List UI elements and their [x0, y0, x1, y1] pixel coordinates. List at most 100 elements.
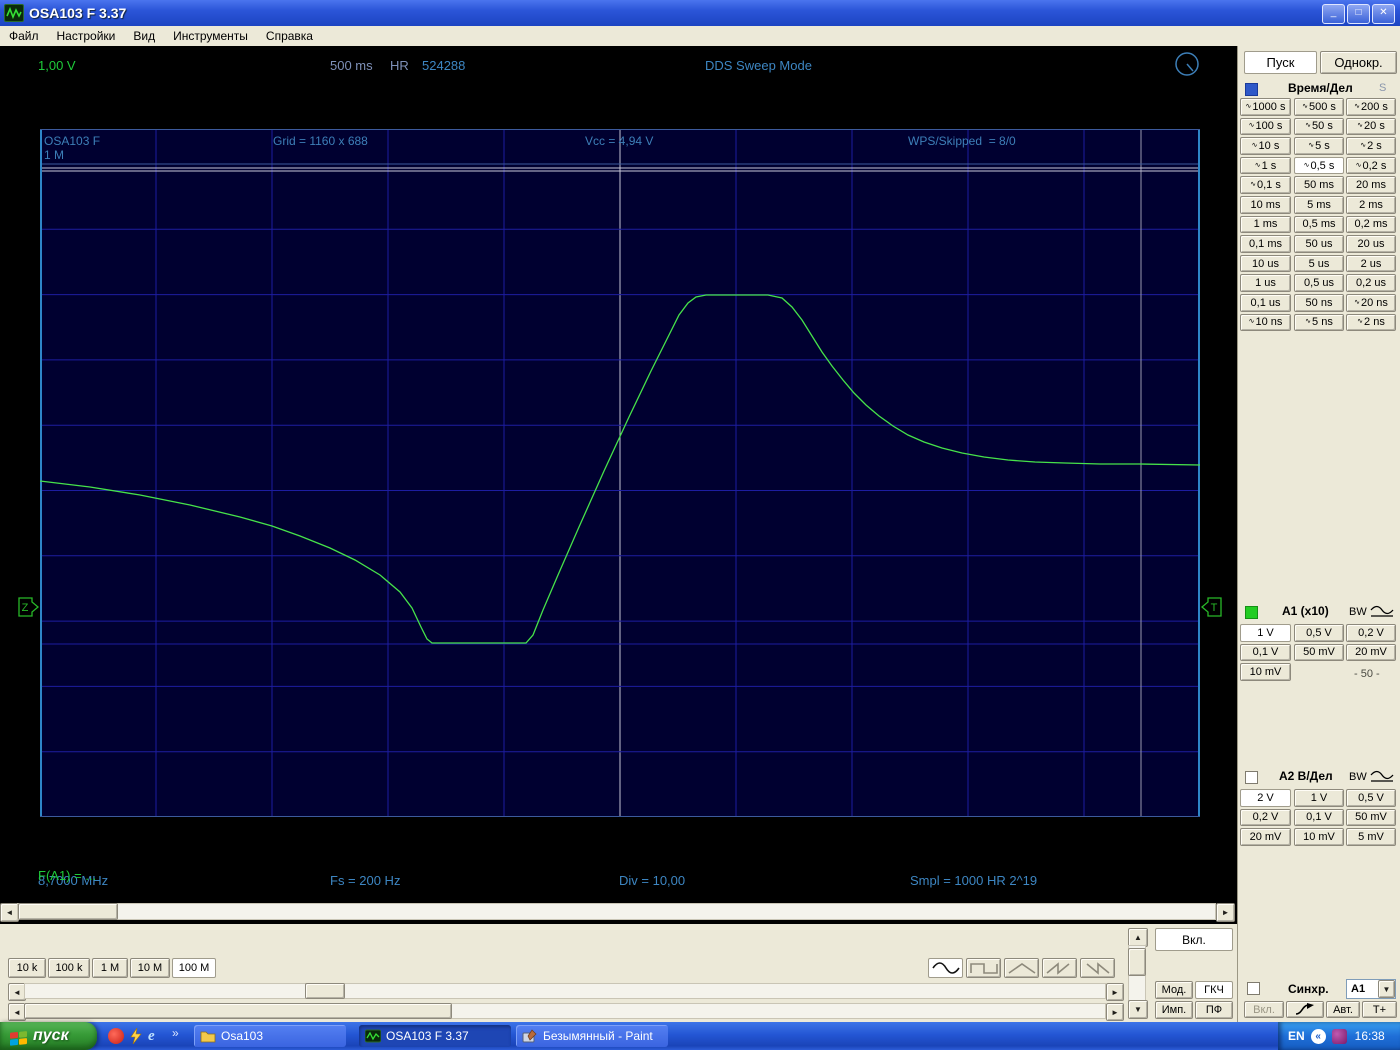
trigger-level-marker[interactable]: T	[1200, 595, 1222, 619]
time-div-20_ns[interactable]: ∿ 20 ns	[1346, 294, 1396, 312]
generator-on-button[interactable]: Вкл.	[1155, 928, 1233, 951]
menu-item-4[interactable]: Справка	[257, 27, 322, 45]
task-button-3[interactable]: Безымянный - Paint	[516, 1025, 668, 1047]
time-div-0_2_ms[interactable]: 0,2 ms	[1346, 215, 1396, 234]
hscroll-thumb[interactable]	[18, 903, 118, 920]
time-div-checkbox[interactable]	[1245, 83, 1258, 96]
clock[interactable]: 16:38	[1355, 1029, 1385, 1043]
a1-bw-limit-icon[interactable]	[1369, 603, 1395, 619]
band-button-100M[interactable]: 100 M	[172, 958, 216, 978]
sync-checkbox[interactable]	[1247, 982, 1260, 995]
start-button[interactable]: пуск	[0, 1022, 97, 1050]
waveform-button-ramp-down[interactable]	[1080, 958, 1115, 978]
imp-button[interactable]: Имп.	[1155, 1001, 1193, 1019]
time-div-50_s[interactable]: ∿ 50 s	[1294, 117, 1344, 136]
time-div-2_ms[interactable]: 2 ms	[1346, 196, 1396, 214]
time-div-0_2_us[interactable]: 0,2 us	[1346, 274, 1396, 292]
time-div-50_us[interactable]: 50 us	[1294, 235, 1344, 253]
minimize-button[interactable]: _	[1322, 4, 1345, 24]
a1-vdiv-50_mV[interactable]: 50 mV	[1294, 643, 1344, 662]
single-button[interactable]: Однокр.	[1320, 51, 1397, 74]
band-button-100k[interactable]: 100 k	[48, 958, 90, 978]
a2-vdiv-0_2_V[interactable]: 0,2 V	[1240, 808, 1291, 827]
a1-vdiv-0_1_V[interactable]: 0,1 V	[1240, 643, 1291, 662]
time-div-0_5_ms[interactable]: 0,5 ms	[1294, 215, 1344, 234]
menu-item-1[interactable]: Настройки	[48, 27, 125, 45]
time-div-1000_s[interactable]: ∿ 1000 s	[1240, 98, 1291, 116]
hide-icons-chevron[interactable]: «	[1310, 1028, 1326, 1044]
time-div-0_1_ms[interactable]: 0,1 ms	[1240, 235, 1291, 253]
task-button-1[interactable]: Osa103	[194, 1025, 346, 1047]
sync-auto-button[interactable]: Авт.	[1326, 1001, 1360, 1018]
a2-vdiv-0_1_V[interactable]: 0,1 V	[1294, 808, 1344, 827]
mod-button[interactable]: Мод.	[1155, 981, 1193, 999]
time-div-5_ms[interactable]: 5 ms	[1294, 196, 1344, 214]
hscroll-track[interactable]	[17, 903, 1216, 920]
time-div-50_ns[interactable]: 50 ns	[1294, 294, 1344, 312]
time-div-2_s[interactable]: ∿ 2 s	[1346, 137, 1396, 155]
quicklaunch-overflow-chevron[interactable]: »	[172, 1026, 188, 1042]
quicklaunch-ie-icon[interactable]: e	[148, 1028, 164, 1044]
time-div-50_ms[interactable]: 50 ms	[1294, 176, 1344, 194]
sync-t-button[interactable]: Т+	[1362, 1001, 1397, 1018]
time-div-0_1_us[interactable]: 0,1 us	[1240, 294, 1291, 312]
time-div-10_ms[interactable]: 10 ms	[1240, 196, 1291, 214]
a2-vdiv-10_mV[interactable]: 10 mV	[1294, 828, 1344, 846]
sync-source-dropdown-arrow[interactable]: ▼	[1378, 980, 1395, 998]
a2-bw-limit-icon[interactable]	[1369, 768, 1395, 784]
time-div-0_5_us[interactable]: 0,5 us	[1294, 274, 1344, 292]
waveform-button-ramp-up[interactable]	[1042, 958, 1077, 978]
pf-button[interactable]: ПФ	[1195, 1001, 1233, 1019]
time-div-2_ns[interactable]: ∿ 2 ns	[1346, 313, 1396, 332]
time-div-100_s[interactable]: ∿ 100 s	[1240, 117, 1291, 136]
plot-area[interactable]: OSA103 F 1 M Grid = 1160 x 688 Vcc = 4,9…	[40, 129, 1200, 817]
sync-source-dropdown[interactable]: A1 ▼	[1346, 979, 1396, 999]
a1-vdiv-10_mV[interactable]: 10 mV	[1240, 663, 1291, 681]
task-button-2[interactable]: OSA103 F 3.37	[359, 1025, 511, 1047]
time-div-0_5_s[interactable]: ∿ 0,5 s	[1294, 156, 1344, 175]
a1-vdiv-0_2_V[interactable]: 0,2 V	[1346, 624, 1396, 642]
time-div-20_ms[interactable]: 20 ms	[1346, 176, 1396, 194]
a2-vdiv-5_mV[interactable]: 5 mV	[1346, 828, 1396, 846]
amp-scroll-thumb[interactable]	[24, 1003, 452, 1019]
a1-vdiv-1_V[interactable]: 1 V	[1240, 624, 1291, 642]
time-div-1_s[interactable]: ∿ 1 s	[1240, 156, 1291, 175]
a1-vdiv-20_mV[interactable]: 20 mV	[1346, 643, 1396, 662]
language-indicator[interactable]: EN	[1288, 1029, 1305, 1043]
waveform-button-sine[interactable]	[928, 958, 963, 978]
quicklaunch-lightning-icon[interactable]	[128, 1027, 144, 1045]
gkch-button[interactable]: ГКЧ	[1195, 981, 1233, 999]
time-div-10_s[interactable]: ∿ 10 s	[1240, 137, 1291, 155]
a2-vdiv-1_V[interactable]: 1 V	[1294, 789, 1344, 807]
time-div-0_2_s[interactable]: ∿ 0,2 s	[1346, 156, 1396, 175]
time-div-20_us[interactable]: 20 us	[1346, 235, 1396, 253]
waveform-button-square[interactable]	[966, 958, 1001, 978]
time-div-2_us[interactable]: 2 us	[1346, 254, 1396, 273]
vscroll-down-arrow[interactable]: ▼	[1128, 1000, 1148, 1019]
time-div-500_s[interactable]: ∿ 500 s	[1294, 98, 1344, 116]
menu-item-0[interactable]: Файл	[0, 27, 48, 45]
amp-scroll-right-arrow[interactable]: ►	[1106, 1003, 1124, 1021]
time-div-5_s[interactable]: ∿ 5 s	[1294, 137, 1344, 155]
a2-vdiv-2_V[interactable]: 2 V	[1240, 789, 1291, 807]
band-button-1M[interactable]: 1 M	[92, 958, 128, 978]
a1-vdiv-0_5_V[interactable]: 0,5 V	[1294, 624, 1344, 642]
menu-item-3[interactable]: Инструменты	[164, 27, 257, 45]
time-div-0_1_s[interactable]: ∿ 0,1 s	[1240, 176, 1291, 194]
sync-on-button[interactable]: Вкл.	[1244, 1001, 1284, 1018]
a2-enable-checkbox[interactable]	[1245, 771, 1258, 784]
band-button-10M[interactable]: 10 M	[130, 958, 170, 978]
menu-item-2[interactable]: Вид	[124, 27, 164, 45]
run-button[interactable]: Пуск	[1244, 51, 1317, 74]
a1-enable-checkbox[interactable]	[1245, 606, 1258, 619]
freq-scroll-track[interactable]	[24, 983, 1106, 999]
time-div-5_us[interactable]: 5 us	[1294, 254, 1344, 273]
hscroll-right-arrow[interactable]: ►	[1216, 903, 1235, 922]
time-div-5_ns[interactable]: ∿ 5 ns	[1294, 313, 1344, 332]
a2-vdiv-20_mV[interactable]: 20 mV	[1240, 828, 1291, 846]
time-div-10_ns[interactable]: ∿ 10 ns	[1240, 313, 1291, 332]
time-div-200_s[interactable]: ∿ 200 s	[1346, 98, 1396, 116]
freq-scroll-thumb[interactable]	[305, 983, 345, 999]
band-button-10k[interactable]: 10 k	[8, 958, 46, 978]
time-div-1_us[interactable]: 1 us	[1240, 274, 1291, 292]
